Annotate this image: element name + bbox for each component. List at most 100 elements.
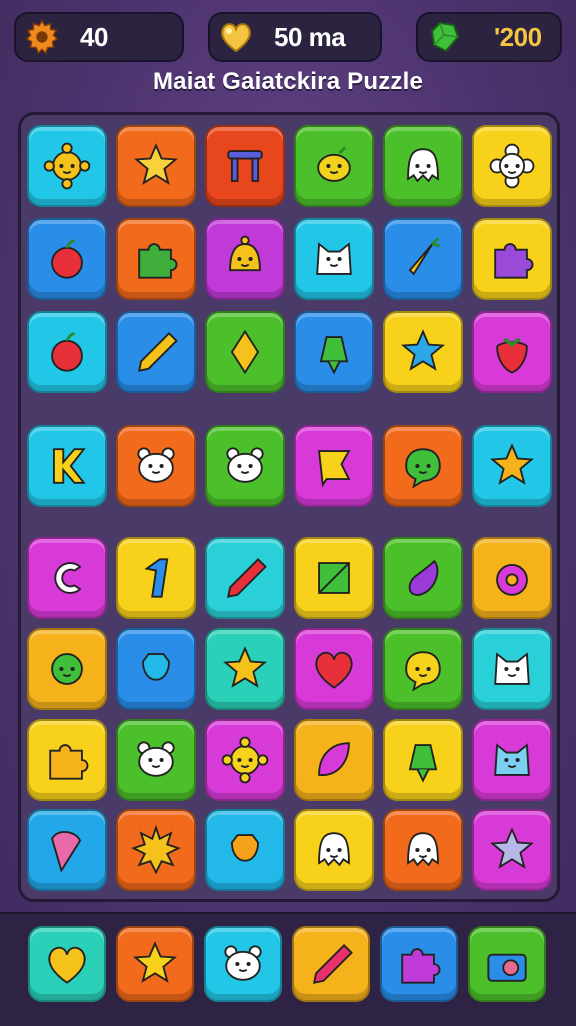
star-icon — [484, 822, 540, 878]
gold-heart-icon — [216, 17, 256, 57]
ghost-icon — [395, 138, 451, 194]
board-tile[interactable] — [383, 719, 463, 801]
flower-face-icon — [484, 138, 540, 194]
strawberry-icon — [484, 324, 540, 380]
board-tile[interactable] — [27, 125, 107, 207]
board-tile[interactable] — [294, 311, 374, 393]
cat-face-icon — [484, 732, 540, 788]
board-tile[interactable] — [383, 628, 463, 710]
board-tile[interactable] — [27, 218, 107, 300]
board-tile[interactable] — [383, 425, 463, 507]
speech-bubble-face-icon — [395, 438, 451, 494]
ghost-icon — [306, 822, 362, 878]
star-icon — [395, 324, 451, 380]
cat-face-icon — [306, 231, 362, 287]
pencil-icon — [303, 936, 359, 992]
heart-counter[interactable]: 50 ma — [208, 12, 382, 62]
board-tile[interactable] — [383, 311, 463, 393]
board-tile[interactable] — [116, 719, 196, 801]
sun-face-icon — [39, 138, 95, 194]
bear-face-icon — [128, 732, 184, 788]
board-tile[interactable] — [294, 537, 374, 619]
circle-face-icon — [39, 641, 95, 697]
board-tile[interactable] — [27, 628, 107, 710]
star-icon — [484, 438, 540, 494]
speech-bubble-face-icon — [395, 641, 451, 697]
board-tile[interactable] — [383, 125, 463, 207]
piece-tray — [0, 912, 576, 1026]
carrot-icon — [395, 231, 451, 287]
gear-coin-icon — [22, 17, 62, 57]
board-tile[interactable] — [205, 311, 285, 393]
puzzle-piece-icon — [391, 936, 447, 992]
board-tile[interactable] — [116, 628, 196, 710]
board-tile[interactable] — [116, 425, 196, 507]
lemon-icon — [306, 138, 362, 194]
number-one-icon — [128, 550, 184, 606]
board-tile[interactable] — [472, 628, 552, 710]
bell-face-icon — [217, 231, 273, 287]
ghost-icon — [395, 822, 451, 878]
heart-icon — [39, 936, 95, 992]
board-tile[interactable] — [116, 311, 196, 393]
hud-bar: 40 50 ma '200 — [14, 12, 562, 62]
board-tile[interactable] — [294, 719, 374, 801]
board-tile[interactable] — [472, 719, 552, 801]
board-tile[interactable] — [294, 125, 374, 207]
green-gem-icon — [424, 17, 464, 57]
star-icon — [127, 936, 183, 992]
tray-piece[interactable] — [116, 926, 194, 1002]
board-tile[interactable] — [294, 425, 374, 507]
board-tile[interactable] — [116, 537, 196, 619]
board-tile[interactable] — [27, 311, 107, 393]
leaf-icon — [306, 732, 362, 788]
board-tile[interactable] — [205, 809, 285, 891]
heart-count: 50 ma — [274, 21, 346, 52]
tray-piece[interactable] — [204, 926, 282, 1002]
bag-icon — [217, 822, 273, 878]
puzzle-board — [18, 112, 560, 902]
tray-piece[interactable] — [28, 926, 106, 1002]
gem-counter[interactable]: '200 — [416, 12, 562, 62]
donut-icon — [484, 550, 540, 606]
triangle-icon — [306, 550, 362, 606]
board-tile[interactable] — [472, 125, 552, 207]
board-tile[interactable] — [205, 628, 285, 710]
ice-cream-icon — [39, 822, 95, 878]
board-tile[interactable] — [294, 218, 374, 300]
board-tile[interactable] — [116, 809, 196, 891]
star-icon — [217, 641, 273, 697]
bear-face-icon — [215, 936, 271, 992]
diamond-icon — [217, 324, 273, 380]
board-tile[interactable] — [472, 218, 552, 300]
board-tile[interactable] — [472, 537, 552, 619]
table-icon — [217, 138, 273, 194]
bear-face-icon — [128, 438, 184, 494]
board-tile[interactable] — [205, 719, 285, 801]
board-tile[interactable] — [205, 425, 285, 507]
board-tile[interactable] — [472, 311, 552, 393]
board-tile[interactable] — [205, 125, 285, 207]
board-tile[interactable] — [383, 537, 463, 619]
board-tile[interactable] — [205, 218, 285, 300]
board-tile[interactable] — [116, 218, 196, 300]
tray-piece[interactable] — [380, 926, 458, 1002]
tray-piece[interactable] — [292, 926, 370, 1002]
eggplant-icon — [395, 550, 451, 606]
board-tile[interactable] — [383, 809, 463, 891]
board-tile[interactable] — [116, 125, 196, 207]
board-tile[interactable] — [27, 537, 107, 619]
board-tile[interactable] — [294, 809, 374, 891]
tray-piece[interactable] — [468, 926, 546, 1002]
board-tile[interactable] — [27, 425, 107, 507]
camera-icon — [479, 936, 535, 992]
board-tile[interactable] — [383, 218, 463, 300]
gear-count: 40 — [80, 21, 108, 52]
board-tile[interactable] — [27, 719, 107, 801]
board-tile[interactable] — [27, 809, 107, 891]
board-tile[interactable] — [472, 425, 552, 507]
board-tile[interactable] — [472, 809, 552, 891]
board-tile[interactable] — [205, 537, 285, 619]
gear-counter[interactable]: 40 — [14, 12, 184, 62]
board-tile[interactable] — [294, 628, 374, 710]
